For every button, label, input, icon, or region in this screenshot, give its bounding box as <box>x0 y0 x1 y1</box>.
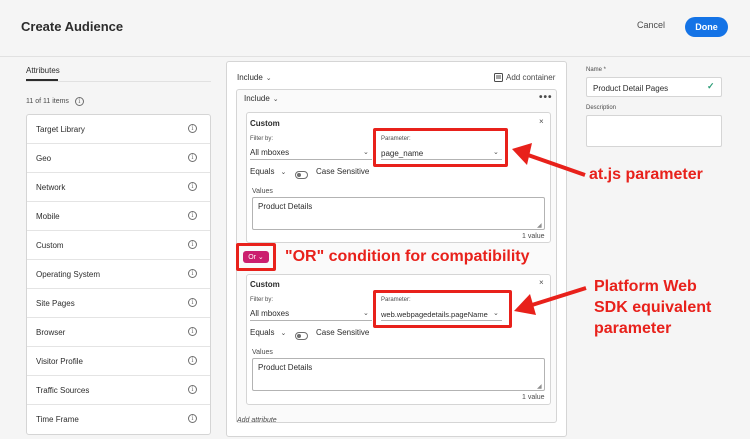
annotation-atjs: at.js parameter <box>589 166 703 183</box>
annotation-platform: Platform Web SDK equivalent parameter <box>594 276 711 339</box>
annotation-or-condition: "OR" condition for compatibility <box>285 248 530 265</box>
arrow-platform <box>531 286 587 307</box>
annotation-line: Platform Web <box>594 278 697 295</box>
arrow-atjs <box>527 153 586 177</box>
annotation-line: parameter <box>594 320 672 337</box>
arrow-head-icon <box>512 143 532 165</box>
annotation-line: SDK equivalent <box>594 299 712 316</box>
arrow-head-icon <box>514 294 536 315</box>
annotation-arrows <box>512 143 587 315</box>
